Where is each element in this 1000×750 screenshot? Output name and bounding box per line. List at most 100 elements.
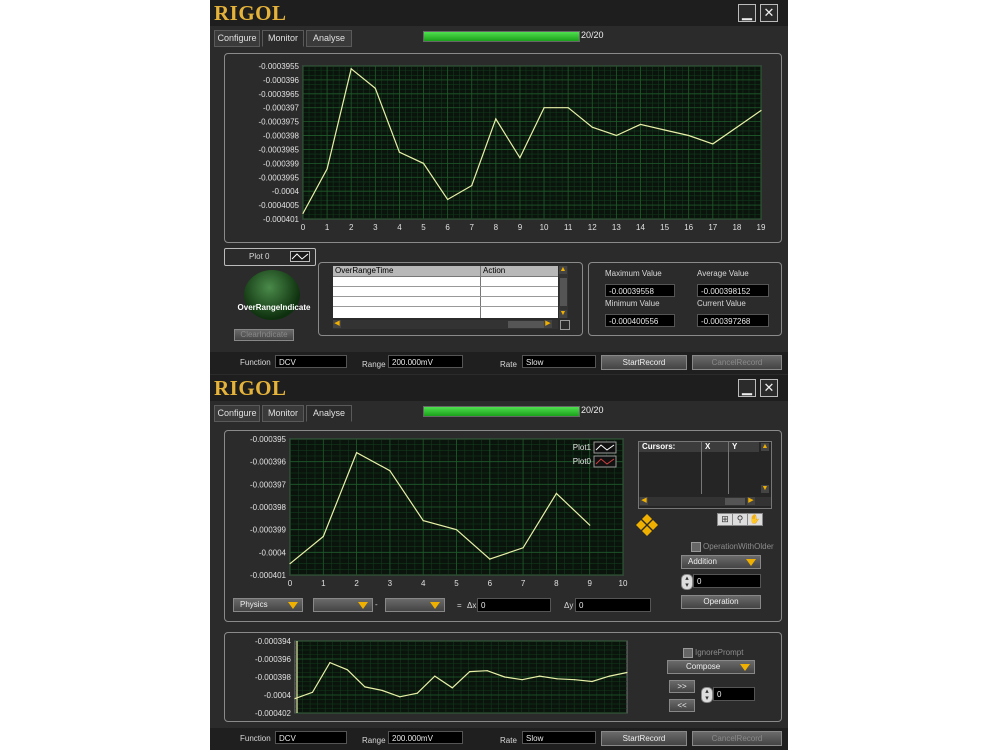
data-point [356,452,358,454]
monitor-chart[interactable]: -0.0003955 -0.000396 -0.0003965 -0.000397 -0… [225,54,781,242]
scroll-thumb[interactable] [560,278,567,306]
operation-with-older-checkbox[interactable] [691,542,701,552]
start-record-button[interactable]: StartRecord [601,731,687,746]
scroll-up-arrow[interactable]: ▲ [559,266,567,274]
operand-b-dropdown[interactable] [385,598,445,612]
data-point [398,151,401,153]
compose-spinner-icon[interactable]: ▴ ▾ [701,687,713,703]
cursors-table[interactable]: Cursors: X Y ▲ ▼ ◀ ▶ [638,441,772,509]
zoom-icon[interactable]: ⚲ [732,513,748,526]
data-point [329,662,331,664]
prev-button[interactable]: << [669,699,695,712]
operation-dropdown[interactable]: Addition [681,555,761,569]
status-bar: Function DCV Range 200.000mV Rate Slow S… [210,728,788,750]
cur-value-field: -0.000397268 [697,314,769,327]
function-label: Function [240,358,271,367]
function-field[interactable]: DCV [275,355,347,368]
data-point [712,143,714,145]
tab-monitor[interactable]: Monitor [262,405,304,422]
data-point [608,675,611,677]
x-tick-label: 16 [684,223,693,232]
operation-spinner-icon[interactable]: ▴ ▾ [681,574,693,590]
x-tick-label: 0 [288,579,293,588]
pan-hand-icon[interactable]: ✋ [747,513,763,526]
table-header: OverRangeTime Action [333,266,558,277]
monitor-window: RIGOL ▁ ✕ Configure Monitor Analyse 20/2… [210,0,788,375]
cancel-record-button[interactable]: CancelRecord [692,731,782,746]
y-tick-label: -0.000396 [255,655,292,664]
delta-y-field: 0 [575,598,651,612]
function-field[interactable]: DCV [275,731,347,744]
data-point [434,675,436,677]
zoom-fit-icon[interactable]: ⊞ [717,513,733,526]
scroll-right-arrow[interactable]: ▶ [747,497,755,505]
minimize-button[interactable]: ▁ [738,379,756,397]
start-record-button[interactable]: StartRecord [601,355,687,370]
data-point [591,680,593,683]
range-field[interactable]: 200.000mV [388,355,463,368]
analyse-chart[interactable]: -0.000395 -0.000396 -0.000397 -0.000398 -0.0… [225,431,645,591]
operand-a-dropdown[interactable] [313,598,373,612]
physics-dropdown-value: Physics [240,600,268,609]
progress-text: 20/20 [581,30,604,40]
tab-configure[interactable]: Configure [214,30,260,47]
y-tick-label: -0.0003965 [259,90,300,99]
clear-indicate-button[interactable]: ClearIndicate [234,329,294,341]
cancel-record-button[interactable]: CancelRecord [692,355,782,370]
column-divider [701,442,702,494]
data-point [311,691,314,693]
progress-fill [424,32,579,41]
data-point [364,686,366,688]
close-button[interactable]: ✕ [760,4,778,22]
y-tick-label: -0.0003955 [259,62,300,71]
plot-legend[interactable]: Plot 0 [224,248,316,266]
horizontal-scrollbar[interactable] [333,320,558,329]
minimize-button[interactable]: ▁ [738,4,756,22]
x-tick-label: 10 [540,223,549,232]
data-point [736,126,738,128]
max-value-field: -0.00039558 [605,284,675,297]
range-field[interactable]: 200.000mV [388,731,463,744]
rate-field[interactable]: Slow [522,355,596,368]
operation-button[interactable]: Operation [681,595,761,609]
scroll-left-arrow[interactable]: ◀ [333,320,341,328]
physics-dropdown[interactable]: Physics [233,598,303,612]
overview-chart[interactable]: -0.000394 -0.000396 -0.000398 -0.0004 -0.000… [225,633,645,721]
operation-value-field[interactable]: 0 [693,574,761,588]
cursor-move-icon[interactable] [635,513,659,537]
tab-configure[interactable]: Configure [214,405,260,422]
x-tick-label: 2 [349,223,354,232]
hscroll-thumb[interactable] [725,498,745,505]
min-value-field: -0.000400556 [605,314,675,327]
y-tick-label: -0.000399 [250,526,287,535]
data-point [589,524,591,526]
y-tick-label: -0.0004 [259,548,287,557]
scroll-down-arrow[interactable]: ▼ [761,485,769,493]
scroll-left-arrow[interactable]: ◀ [640,497,648,505]
x-tick-label: 5 [454,579,459,588]
scroll-up-arrow[interactable]: ▲ [761,443,769,451]
ignore-prompt-checkbox[interactable] [683,648,693,658]
min-value-label: Minimum Value [605,299,660,308]
scroll-right-arrow[interactable]: ▶ [544,320,552,328]
data-point [556,678,558,680]
compose-dropdown[interactable]: Compose [667,660,755,674]
tab-analyse[interactable]: Analyse [306,30,352,47]
hscroll-thumb[interactable] [508,321,544,328]
corner-box [560,320,570,330]
x-tick-label: 8 [554,579,559,588]
next-button[interactable]: >> [669,680,695,693]
compose-value-field[interactable]: 0 [713,687,755,701]
chevron-down-icon [430,602,440,609]
data-point [447,198,449,201]
rate-field[interactable]: Slow [522,731,596,744]
tab-analyse[interactable]: Analyse [306,405,352,422]
rigol-logo: RIGOL [214,376,287,400]
header-overrange-time: OverRangeTime [335,266,394,275]
tab-monitor[interactable]: Monitor [262,30,304,47]
x-tick-label: 14 [636,223,645,232]
plot-line-icon [290,251,310,262]
scroll-down-arrow[interactable]: ▼ [559,310,567,318]
data-point [555,492,557,494]
close-button[interactable]: ✕ [760,379,778,397]
